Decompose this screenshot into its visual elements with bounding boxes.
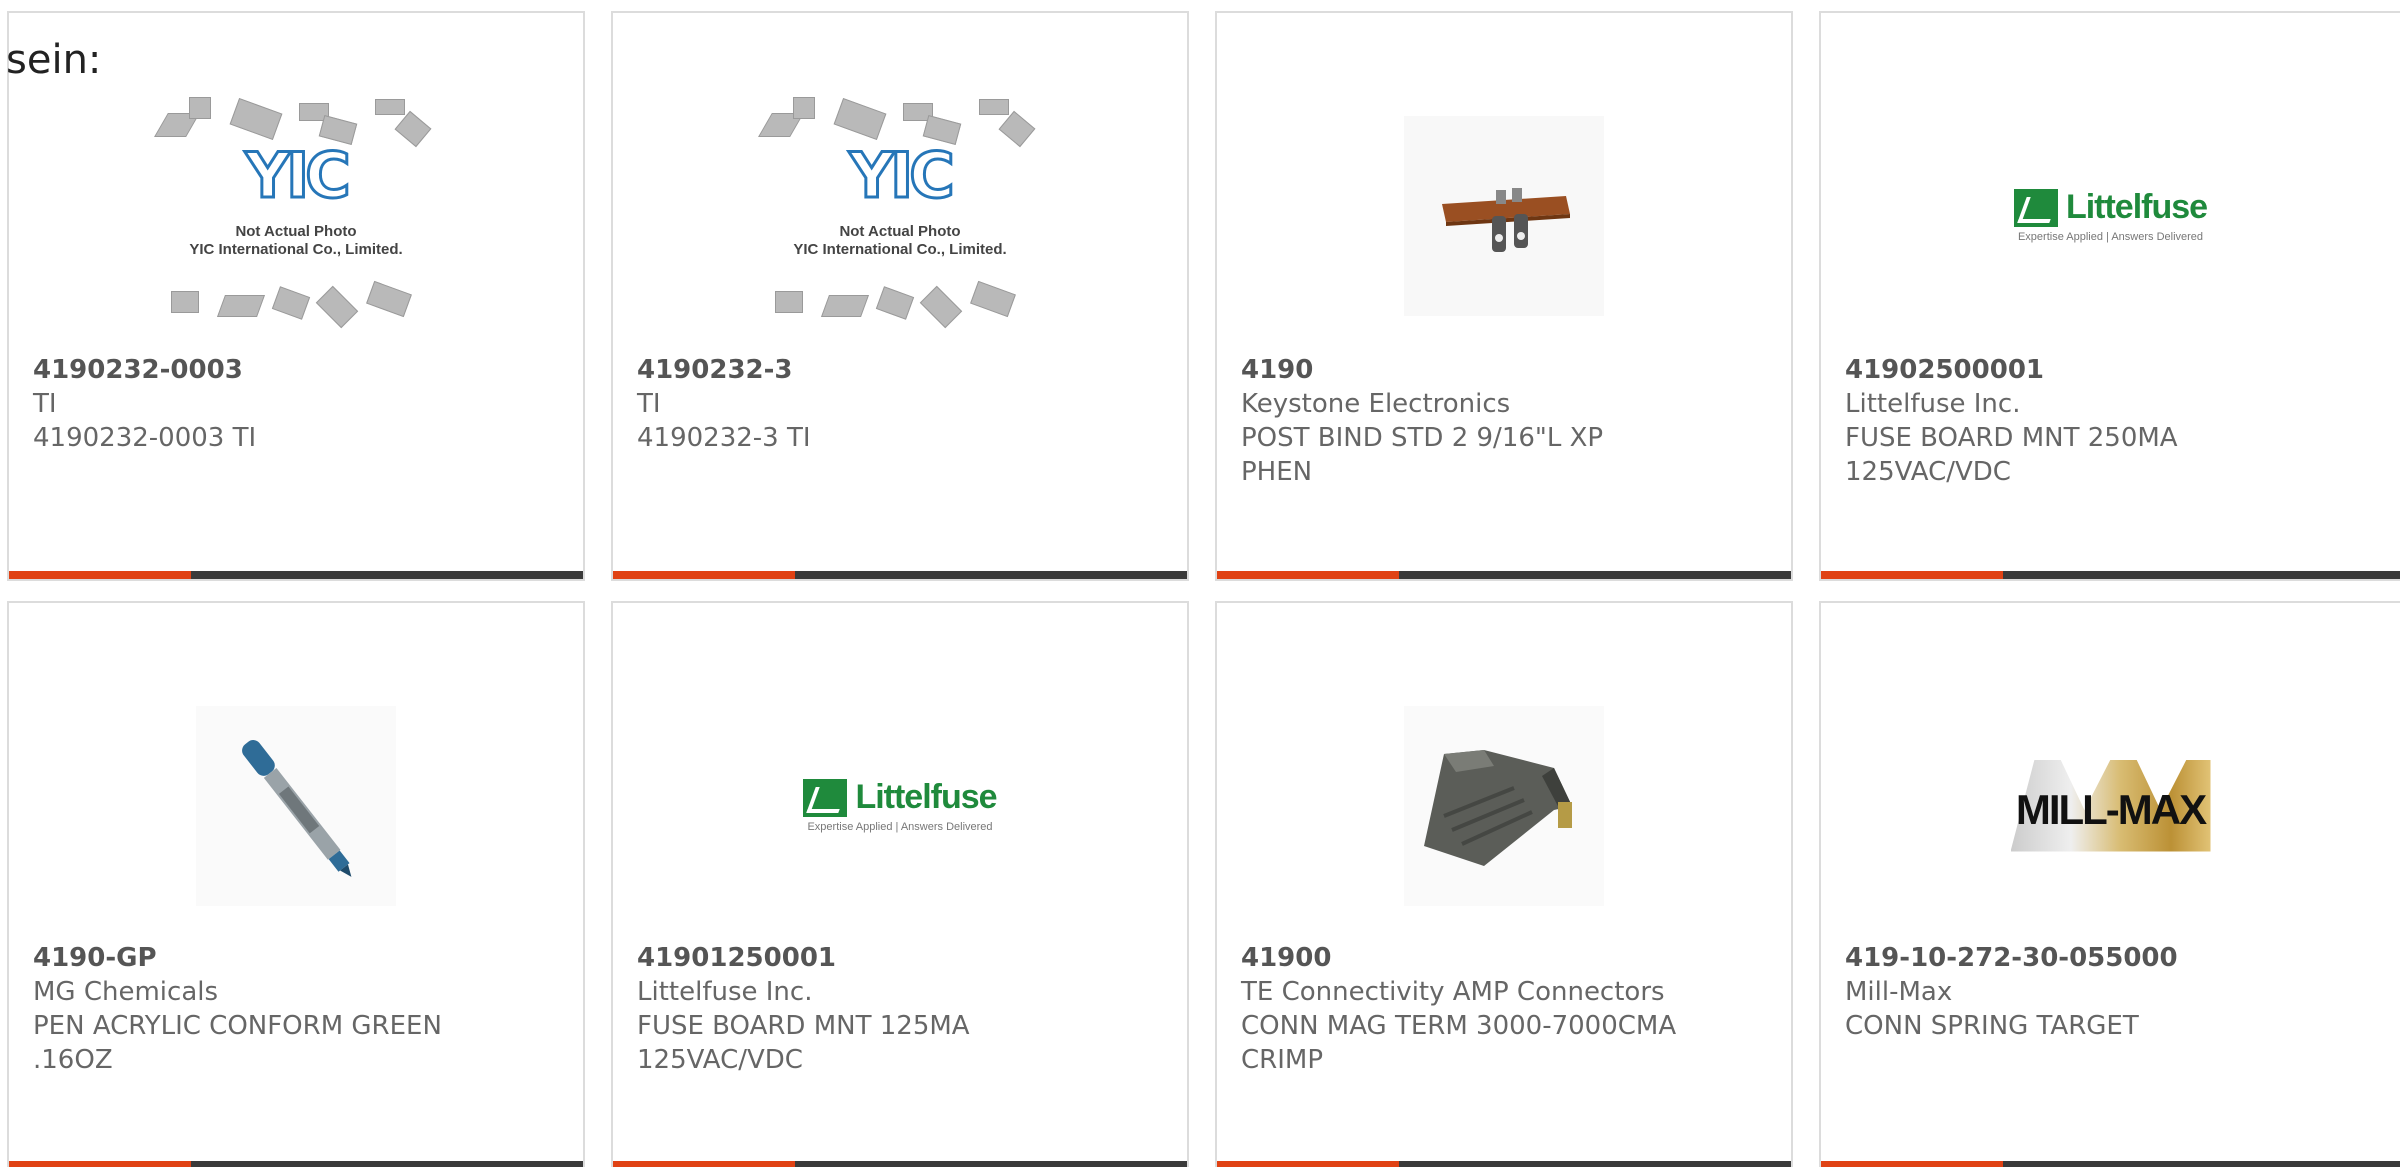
description-line1: CONN SPRING TARGET (1845, 1011, 2139, 1041)
littelfuse-mark-icon (803, 778, 848, 817)
part-number[interactable]: 4190232-0003 (33, 353, 559, 387)
product-image: YIC Not Actual Photo YIC International C… (9, 73, 583, 358)
card-bottom-bar (1821, 571, 2400, 579)
description-line1: FUSE BOARD MNT 125MA (637, 1011, 970, 1041)
littelfuse-logo: Littelfuse Expertise Applied | Answers D… (803, 778, 998, 833)
card-accent (1821, 571, 2003, 579)
product-grid: YIC Not Actual Photo YIC International C… (0, 0, 2400, 1167)
description-line2: .16OZ (33, 1045, 113, 1075)
logo-name: Littelfuse (855, 778, 997, 816)
card-bottom-bar (9, 571, 583, 579)
binding-post-photo (1404, 115, 1604, 316)
card-bottom-bar (613, 571, 1187, 579)
card-accent (9, 1161, 191, 1167)
product-image: Littelfuse Expertise Applied | Answers D… (613, 663, 1187, 948)
manufacturer: Littelfuse Inc. (637, 977, 813, 1007)
card-bottom-bar (1217, 1161, 1791, 1167)
product-card[interactable]: 41900 TE Connectivity AMP Connectors CON… (1215, 601, 1793, 1167)
part-number[interactable]: 4190232-3 (637, 353, 1163, 387)
card-accent (1821, 1161, 2003, 1167)
manufacturer: TI (33, 389, 57, 419)
product-card[interactable]: MILL-MAX 419-10-272-30-055000 Mill-Max C… (1819, 601, 2400, 1167)
product-info: 4190232-3 TI 4190232-3 TI (637, 353, 1163, 455)
manufacturer: Littelfuse Inc. (1845, 389, 2021, 419)
logo-name: Littelfuse (2065, 188, 2208, 226)
product-card[interactable]: Littelfuse Expertise Applied | Answers D… (1819, 11, 2400, 581)
intro-text: sein: (6, 37, 102, 83)
product-image (9, 663, 583, 948)
card-accent (9, 571, 191, 579)
product-image: Littelfuse Expertise Applied | Answers D… (1821, 73, 2400, 358)
product-image: YIC Not Actual Photo YIC International C… (613, 73, 1187, 358)
card-bottom-bar (1217, 571, 1791, 579)
product-card[interactable]: YIC Not Actual Photo YIC International C… (7, 11, 585, 581)
description-line1: PEN ACRYLIC CONFORM GREEN (33, 1011, 442, 1041)
manufacturer: TI (637, 389, 661, 419)
image-caption: Not Actual Photo YIC International Co., … (161, 223, 431, 259)
card-bottom-bar (9, 1161, 583, 1167)
manufacturer: MG Chemicals (33, 977, 219, 1007)
description-line1: 4190232-0003 TI (33, 423, 257, 453)
not-actual-photo-placeholder: YIC Not Actual Photo YIC International C… (154, 91, 432, 341)
description-line1: CONN MAG TERM 3000-7000CMA (1241, 1011, 1677, 1041)
logo-name: MILL-MAX (2015, 785, 2207, 833)
manufacturer: TE Connectivity AMP Connectors (1241, 977, 1665, 1007)
product-card[interactable]: 4190-GP MG Chemicals PEN ACRYLIC CONFORM… (7, 601, 585, 1167)
card-accent (1217, 1161, 1399, 1167)
image-caption: Not Actual Photo YIC International Co., … (765, 223, 1035, 259)
product-info: 4190-GP MG Chemicals PEN ACRYLIC CONFORM… (33, 941, 559, 1077)
description-line1: 4190232-3 TI (637, 423, 811, 453)
description-line2: CRIMP (1241, 1045, 1323, 1075)
product-image (1217, 73, 1791, 358)
image-caption-line2: YIC International Co., Limited. (793, 240, 1007, 258)
description-line2: PHEN (1241, 457, 1313, 487)
description-line1: POST BIND STD 2 9/16"L XP (1241, 423, 1604, 453)
connector-photo (1404, 705, 1604, 906)
description-line2: 125VAC/VDC (637, 1045, 803, 1075)
card-accent (1217, 571, 1399, 579)
image-caption-line1: Not Actual Photo (839, 222, 961, 240)
product-card[interactable]: 4190 Keystone Electronics POST BIND STD … (1215, 11, 1793, 581)
logo-tagline: Expertise Applied | Answers Delivered (2017, 231, 2204, 243)
part-number[interactable]: 4190 (1241, 353, 1767, 387)
mill-max-logo: MILL-MAX (2010, 756, 2211, 856)
product-info: 419-10-272-30-055000 Mill-Max CONN SPRIN… (1845, 941, 2376, 1043)
littelfuse-logo: Littelfuse Expertise Applied | Answers D… (2013, 188, 2208, 243)
product-info: 4190232-0003 TI 4190232-0003 TI (33, 353, 559, 455)
product-info: 41900 TE Connectivity AMP Connectors CON… (1241, 941, 1767, 1077)
product-info: 41902500001 Littelfuse Inc. FUSE BOARD M… (1845, 353, 2376, 489)
product-info: 4190 Keystone Electronics POST BIND STD … (1241, 353, 1767, 489)
product-card[interactable]: YIC Not Actual Photo YIC International C… (611, 11, 1189, 581)
description-line2: 125VAC/VDC (1845, 457, 2011, 487)
part-number[interactable]: 41901250001 (637, 941, 1163, 975)
pen-photo (196, 705, 396, 906)
part-number[interactable]: 41900 (1241, 941, 1767, 975)
product-info: 41901250001 Littelfuse Inc. FUSE BOARD M… (637, 941, 1163, 1077)
product-image (1217, 663, 1791, 948)
yic-logo: YIC (244, 138, 352, 212)
part-number[interactable]: 41902500001 (1845, 353, 2376, 387)
description-line1: FUSE BOARD MNT 250MA (1845, 423, 2178, 453)
manufacturer: Keystone Electronics (1241, 389, 1511, 419)
product-card[interactable]: Littelfuse Expertise Applied | Answers D… (611, 601, 1189, 1167)
card-accent (613, 1161, 795, 1167)
logo-tagline: Expertise Applied | Answers Delivered (807, 821, 993, 833)
part-number[interactable]: 419-10-272-30-055000 (1845, 941, 2376, 975)
card-bottom-bar (1821, 1161, 2400, 1167)
card-accent (613, 571, 795, 579)
product-image: MILL-MAX (1821, 663, 2400, 948)
card-bottom-bar (613, 1161, 1187, 1167)
manufacturer: Mill-Max (1845, 977, 1953, 1007)
product-grid-page: sein: YIC Not Actual Photo YIC Internati… (0, 0, 2400, 1167)
part-number[interactable]: 4190-GP (33, 941, 559, 975)
littelfuse-mark-icon (2013, 188, 2058, 227)
yic-logo: YIC (848, 138, 956, 212)
image-caption-line1: Not Actual Photo (235, 222, 357, 240)
image-caption-line2: YIC International Co., Limited. (189, 240, 403, 258)
not-actual-photo-placeholder: YIC Not Actual Photo YIC International C… (758, 91, 1036, 341)
